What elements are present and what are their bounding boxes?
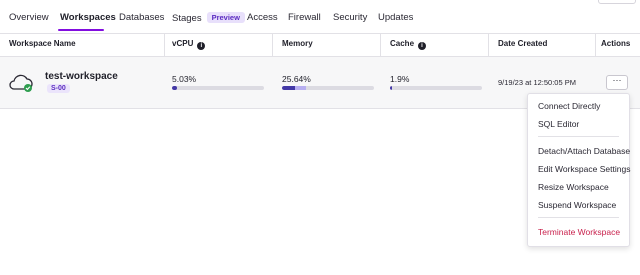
header-cache[interactable]: Cache i	[390, 39, 427, 50]
preview-badge: Preview	[206, 12, 245, 23]
header-workspace-name[interactable]: Workspace Name	[9, 39, 76, 48]
table-header: Workspace Name vCPU i Memory Cache i Date …	[0, 34, 640, 57]
header-actions: Actions	[601, 39, 631, 48]
header-date-created[interactable]: Date Created	[498, 39, 547, 48]
tab-stages-label: Stages	[172, 13, 202, 24]
menu-item-resize-workspace[interactable]: Resize Workspace	[538, 182, 609, 192]
menu-item-terminate-workspace[interactable]: Terminate Workspace	[538, 227, 620, 237]
menu-item-detach-attach-database[interactable]: Detach/Attach Database	[538, 146, 630, 156]
cache-progress-fill	[390, 86, 392, 90]
header-cache-label: Cache	[390, 39, 415, 48]
vcpu-progress-fill	[172, 86, 177, 90]
workspace-name[interactable]: test-workspace	[45, 71, 118, 82]
vcpu-progress-bar	[172, 86, 264, 90]
menu-item-connect-directly[interactable]: Connect Directly	[538, 101, 600, 111]
workspace-actions-menu: Connect Directly SQL Editor Detach/Attac…	[527, 93, 630, 247]
tab-overview[interactable]: Overview	[9, 12, 49, 23]
cache-progress-bar	[390, 86, 482, 90]
actions-menu-button[interactable]: ···	[606, 75, 628, 90]
info-icon[interactable]: i	[418, 42, 427, 50]
column-divider	[380, 34, 381, 56]
active-tab-indicator	[58, 29, 104, 31]
memory-progress-bar	[282, 86, 374, 90]
cache-value: 1.9%	[390, 74, 410, 84]
workspace-size-badge: S-00	[47, 84, 70, 93]
tab-security[interactable]: Security	[333, 12, 367, 23]
workspace-tab-bar: Overview Workspaces Databases Stages Prev…	[0, 0, 640, 34]
vcpu-value: 5.03%	[172, 74, 197, 84]
column-divider	[164, 34, 165, 56]
info-icon[interactable]: i	[197, 42, 206, 50]
column-divider	[595, 34, 596, 56]
tab-updates[interactable]: Updates	[378, 12, 413, 23]
header-vcpu[interactable]: vCPU i	[172, 39, 206, 50]
tab-stages[interactable]: Stages Preview	[172, 12, 245, 24]
menu-item-sql-editor[interactable]: SQL Editor	[538, 119, 579, 129]
menu-divider	[538, 217, 619, 218]
cloud-workspace-icon	[9, 74, 33, 92]
tab-workspaces[interactable]: Workspaces	[60, 12, 116, 23]
date-created-value: 9/19/23 at 12:50:05 PM	[498, 78, 576, 87]
column-divider	[488, 34, 489, 56]
tab-firewall[interactable]: Firewall	[288, 12, 321, 23]
tab-access[interactable]: Access	[247, 12, 278, 23]
memory-value: 25.64%	[282, 74, 311, 84]
header-memory[interactable]: Memory	[282, 39, 313, 48]
memory-progress-secondary	[295, 86, 306, 90]
header-vcpu-label: vCPU	[172, 39, 194, 48]
tab-databases[interactable]: Databases	[119, 12, 164, 23]
menu-item-edit-workspace-settings[interactable]: Edit Workspace Settings	[538, 164, 630, 174]
menu-item-suspend-workspace[interactable]: Suspend Workspace	[538, 200, 616, 210]
menu-divider	[538, 136, 619, 137]
column-divider	[272, 34, 273, 56]
